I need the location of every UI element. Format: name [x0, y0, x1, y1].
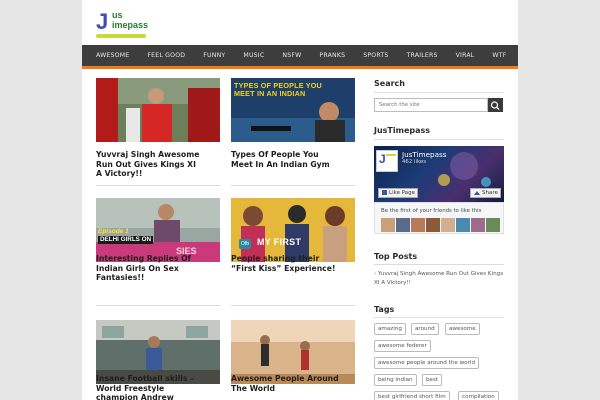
tag[interactable]: amazing: [374, 323, 406, 335]
post-divider: [96, 185, 220, 186]
share-icon: [474, 190, 480, 195]
search-button[interactable]: [488, 98, 503, 112]
nav-item-music[interactable]: MUSIC: [243, 52, 264, 59]
page-container: J us imepass AWESOME FEEL GOOD FUNNY MUS…: [82, 0, 518, 400]
top-post-link-text: Yuvvraj Singh Awesome Run Out Gives King…: [374, 271, 504, 286]
search-input[interactable]: [374, 98, 488, 112]
post-title[interactable]: Interesting Replies Of Indian Girls On S…: [96, 254, 204, 283]
sidebar-rule: [374, 264, 504, 265]
avatar[interactable]: [396, 218, 410, 232]
facebook-page-name[interactable]: JusTimepass: [402, 150, 446, 159]
facebook-like-label: Like Page: [389, 190, 416, 196]
facebook-share-label: Share: [482, 190, 498, 196]
facebook-page-widget[interactable]: J JusTimepass 462 likes Like Page Share: [374, 146, 504, 202]
tag[interactable]: awesome: [445, 323, 480, 335]
site-logo[interactable]: J us imepass: [96, 9, 156, 38]
sidebar-rule: [374, 139, 504, 140]
facebook-friends-text: Be the first of your friends to like thi…: [381, 208, 482, 214]
top-posts-heading: Top Posts: [374, 252, 418, 261]
tag[interactable]: best: [422, 374, 443, 386]
search-icon: [490, 101, 500, 111]
facebook-like-count: 462 likes: [402, 159, 427, 165]
nav-item-pranks[interactable]: PRANKS: [319, 52, 345, 59]
logo-letter: J: [96, 9, 108, 34]
post-divider: [231, 185, 355, 186]
avatar[interactable]: [471, 218, 485, 232]
thumbnail-badge: Ofb: [239, 239, 251, 249]
nav-item-feel-good[interactable]: FEEL GOOD: [147, 52, 185, 59]
post-divider: [231, 305, 355, 306]
avatar[interactable]: [411, 218, 425, 232]
tag[interactable]: awesome people around the world: [374, 357, 479, 369]
logo-underline: [96, 34, 146, 38]
avatar[interactable]: [441, 218, 455, 232]
thumbnail-caption: DELHI GIRLS ON: [98, 236, 154, 244]
top-post-link[interactable]: › Yuvvraj Singh Awesome Run Out Gives Ki…: [374, 270, 504, 288]
avatar[interactable]: [456, 218, 470, 232]
tag[interactable]: awesome federer: [374, 340, 431, 352]
thumbnail-caption: MY FIRST: [257, 237, 302, 247]
nav-item-awesome[interactable]: AWESOME: [96, 52, 129, 59]
post-divider: [96, 305, 220, 306]
facebook-share-button[interactable]: Share: [470, 188, 501, 198]
post-thumbnail[interactable]: Episode 1 DELHI GIRLS ON SIES: [96, 198, 220, 262]
facebook-friend-avatars: [381, 218, 500, 232]
post-title[interactable]: Awesome People Around The World: [231, 374, 339, 393]
post-title[interactable]: Yuvvraj Singh Awesome Run Out Gives King…: [96, 150, 204, 179]
post-thumbnail[interactable]: [96, 78, 220, 142]
tag[interactable]: best girlfriend short film: [374, 391, 450, 400]
tag[interactable]: around: [411, 323, 439, 335]
tags-heading: Tags: [374, 305, 395, 314]
cricket-photo: [96, 78, 220, 142]
nav-item-viral[interactable]: VIRAL: [456, 52, 475, 59]
post-title[interactable]: Types Of People You Meet In An Indian Gy…: [231, 150, 343, 169]
avatar[interactable]: [486, 218, 500, 232]
facebook-like-button[interactable]: Like Page: [378, 188, 418, 198]
nav-item-wtf[interactable]: WTF: [492, 52, 506, 59]
facebook-page-logo: J: [376, 150, 398, 172]
facebook-friends-area: Be the first of your friends to like thi…: [374, 202, 504, 234]
first-kiss-photo: [231, 198, 355, 262]
avatar[interactable]: [381, 218, 395, 232]
post-thumbnail[interactable]: TYPES OF PEOPLE YOU MEET IN AN INDIAN: [231, 78, 355, 142]
nav-item-nsfw[interactable]: NSFW: [282, 52, 301, 59]
facebook-heading: JusTimepass: [374, 126, 431, 135]
nav-item-sports[interactable]: SPORTS: [363, 52, 388, 59]
post-title[interactable]: Insane Football skills – World Freestyle…: [96, 374, 204, 400]
post-thumbnail[interactable]: Ofb MY FIRST: [231, 198, 355, 262]
search-heading: Search: [374, 79, 405, 88]
post-title[interactable]: People sharing their “First Kiss” Experi…: [231, 254, 339, 273]
sidebar-rule: [374, 317, 504, 318]
facebook-logo-bar: [386, 154, 396, 156]
avatar[interactable]: [426, 218, 440, 232]
main-nav: AWESOME FEEL GOOD FUNNY MUSIC NSFW PRANK…: [82, 45, 518, 66]
facebook-logo-letter: J: [379, 152, 386, 166]
nav-item-funny[interactable]: FUNNY: [203, 52, 225, 59]
thumbnail-badge: Episode 1: [98, 228, 129, 235]
facebook-icon: [382, 190, 387, 195]
tag[interactable]: compilation: [458, 391, 499, 400]
nav-item-trailers[interactable]: TRAILERS: [407, 52, 438, 59]
nav-accent-stripe: [82, 66, 518, 69]
sidebar-rule: [374, 92, 504, 93]
tag[interactable]: being indian: [374, 374, 417, 386]
thumbnail-caption: TYPES OF PEOPLE YOU MEET IN AN INDIAN: [234, 81, 322, 98]
logo-line1: us: [112, 10, 123, 20]
logo-line2: imepass: [112, 20, 149, 30]
